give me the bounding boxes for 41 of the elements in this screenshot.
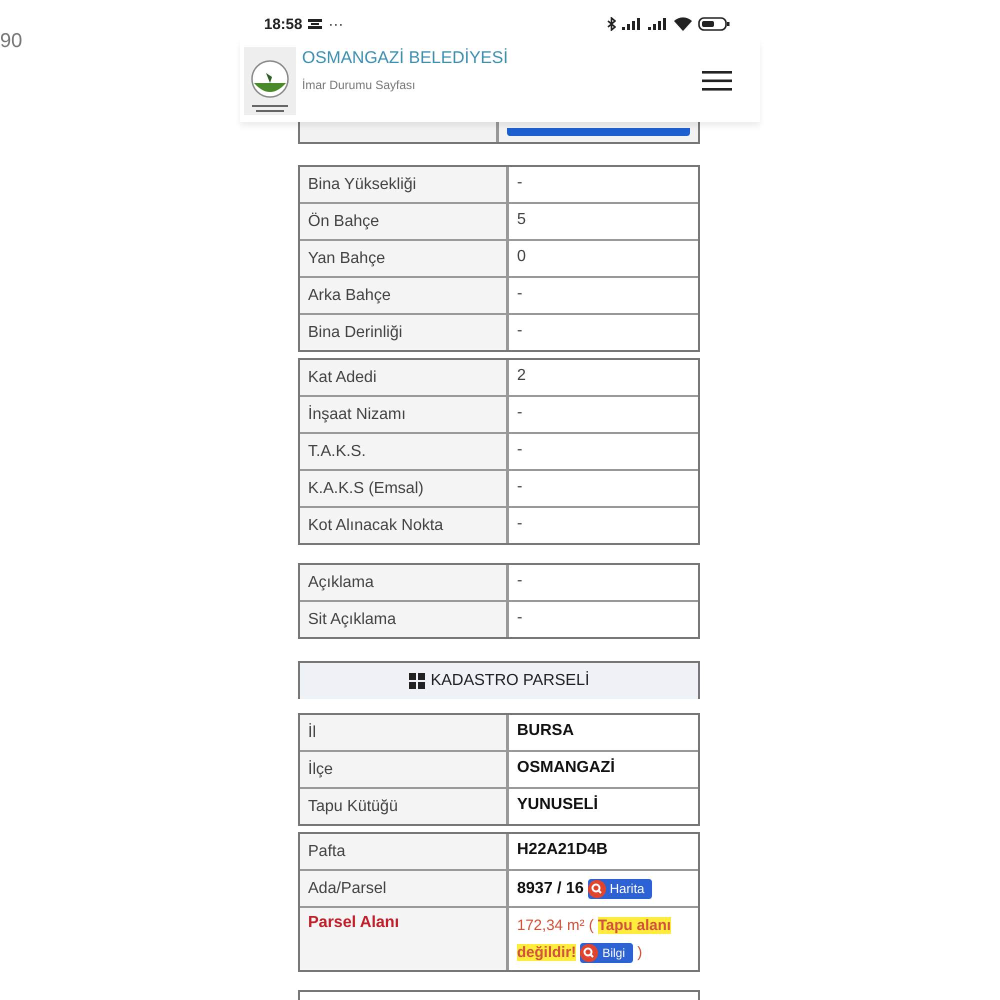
label-cell: Açıklama: [300, 565, 509, 600]
label-cell: Parsel Alanı: [300, 908, 509, 970]
edge-text: 90: [0, 30, 22, 52]
area-value: 172,34 m² (: [517, 917, 594, 934]
site-subtitle: İmar Durumu Sayfası: [302, 78, 416, 92]
parcel-number: 8937 / 16: [517, 880, 584, 898]
map-button[interactable]: Harita: [588, 878, 652, 898]
menu-button[interactable]: [702, 71, 732, 91]
label-cell: Sit Açıklama: [300, 602, 509, 637]
label-cell: İnşaat Nizamı: [300, 397, 509, 432]
label-cell: Kot Alınacak Nokta: [300, 508, 509, 543]
label-cell: K.A.K.S (Emsal): [300, 471, 509, 506]
info-button[interactable]: Bilgi: [580, 943, 634, 964]
label-cell: Yan Bahçe: [300, 241, 509, 276]
signal-icon: [648, 18, 668, 30]
closing-paren: ): [637, 944, 642, 961]
search-icon: [588, 880, 606, 898]
label-cell: T.A.K.S.: [300, 434, 509, 469]
menu-icon: [702, 71, 732, 91]
signal-icon: [622, 18, 642, 30]
label-cell: İlçe: [300, 752, 509, 787]
label-cell: Kat Adedi: [300, 360, 509, 395]
label-cell: Bina Derinliği: [300, 315, 509, 350]
label-cell: Tapu Kütüğü: [300, 789, 509, 824]
status-time: 18:58: [264, 16, 302, 32]
label-cell: Pafta: [300, 834, 509, 869]
section-title: KADASTRO PARSELİ: [430, 672, 590, 690]
notification-icon: [308, 19, 322, 29]
label-cell: Ön Bahçe: [300, 204, 509, 239]
label-cell: Bina Yüksekliği: [300, 167, 509, 202]
battery-icon: [698, 17, 730, 31]
more-indicator: ···: [328, 16, 344, 32]
grid-icon: [408, 673, 425, 689]
label-cell: İl: [300, 715, 509, 750]
site-title: OSMANGAZİ BELEDİYESİ: [302, 48, 508, 68]
label-cell: Arka Bahçe: [300, 278, 509, 313]
search-icon: [580, 944, 598, 962]
wifi-icon: [674, 17, 692, 31]
logo-icon: [244, 47, 296, 115]
label-cell: Ada/Parsel: [300, 871, 509, 906]
bluetooth-icon: [607, 17, 616, 31]
